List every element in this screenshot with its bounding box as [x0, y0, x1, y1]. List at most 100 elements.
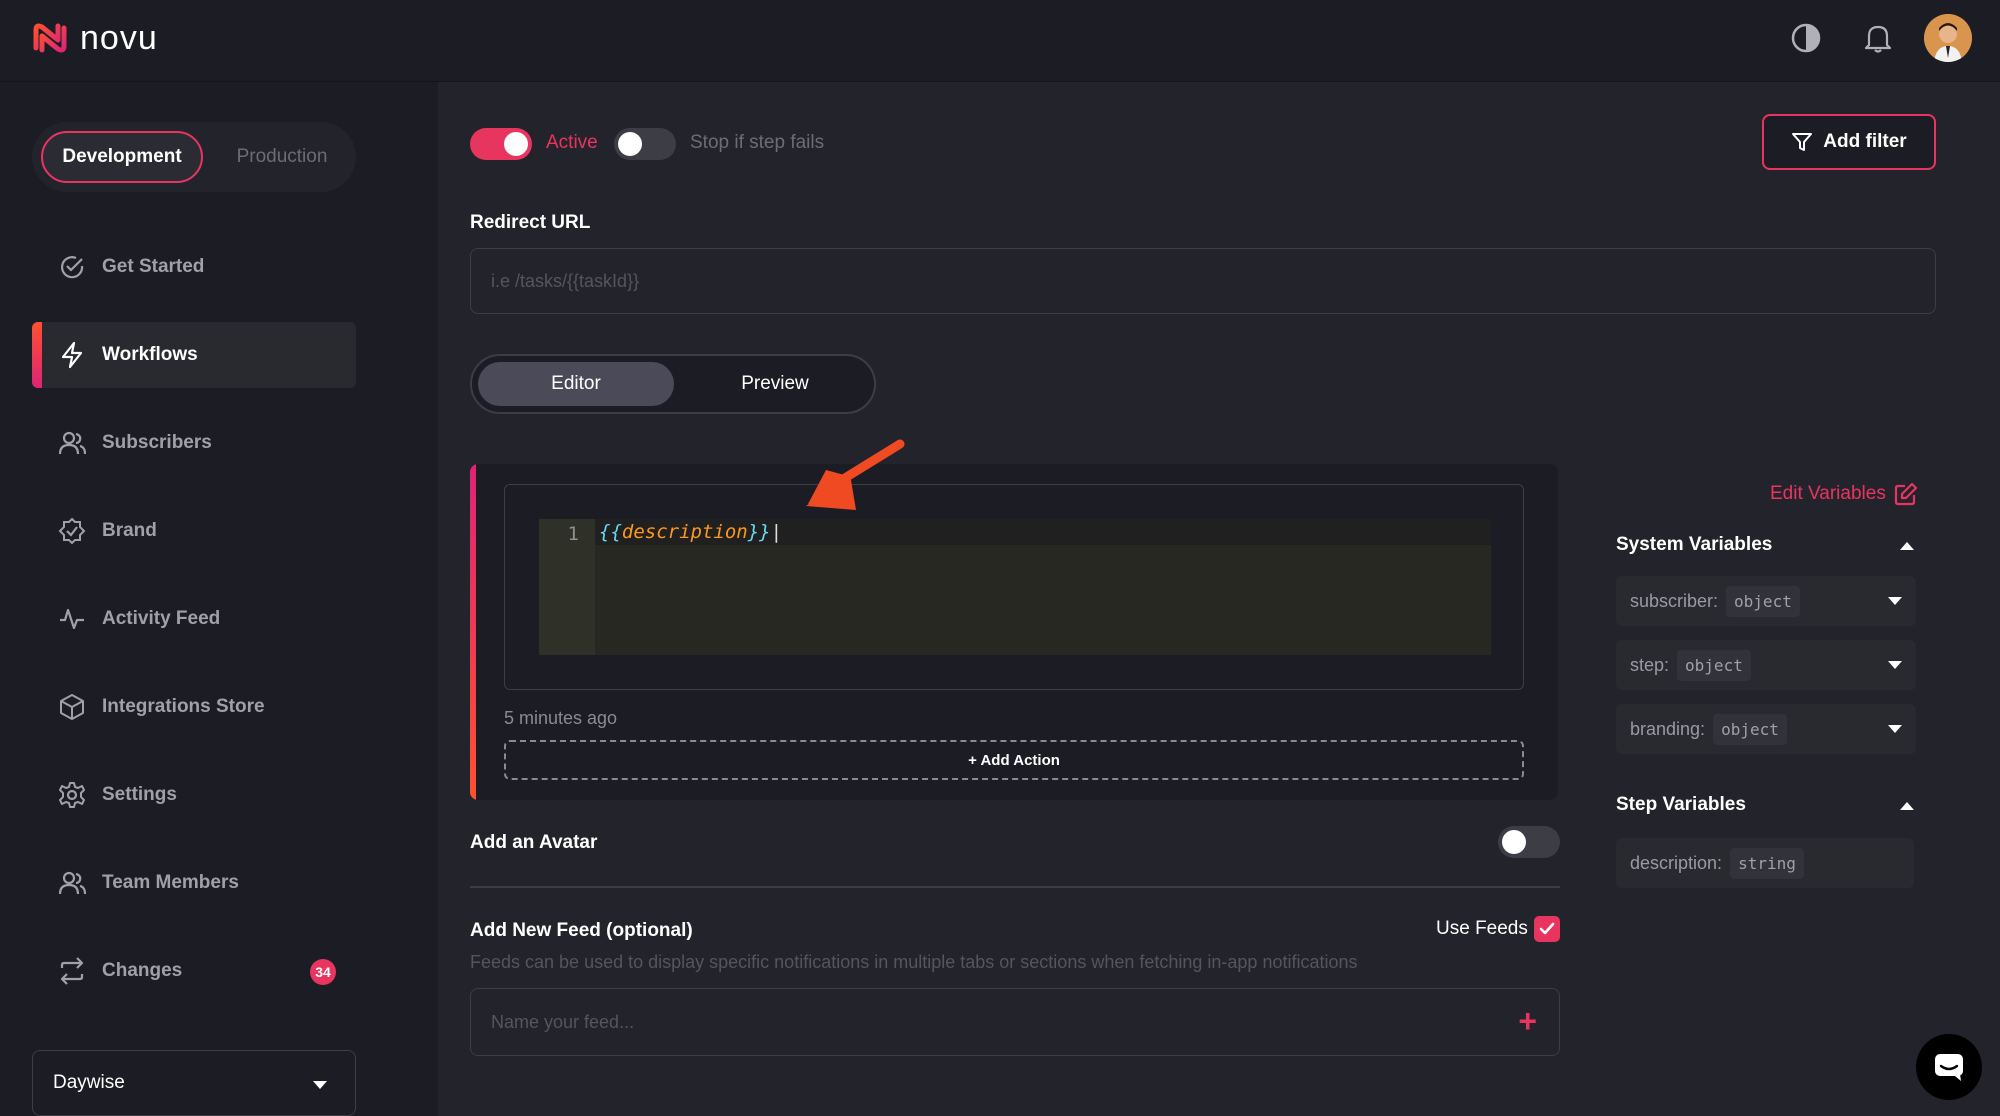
code-editor[interactable]: 1 {{description}}|: [504, 484, 1524, 690]
line-number: 1: [567, 523, 579, 545]
bolt-icon: [58, 341, 86, 369]
feed-description: Feeds can be used to display specific no…: [470, 952, 1358, 972]
chevron-down-icon: [1888, 725, 1902, 733]
check-circle-icon: [58, 253, 86, 281]
novu-logo-icon: [33, 23, 67, 53]
code-area[interactable]: 1 {{description}}|: [539, 519, 1491, 655]
variable-type: string: [1730, 847, 1804, 879]
feed-title: Add New Feed (optional): [470, 920, 693, 941]
variable-row-step[interactable]: step: object: [1616, 640, 1916, 690]
annotation-arrow-icon: [806, 439, 905, 510]
sidebar-item-activity-feed[interactable]: Activity Feed: [32, 586, 356, 652]
changes-count-badge: 34: [310, 959, 336, 985]
activity-icon: [58, 605, 86, 633]
variable-row-subscriber[interactable]: subscriber: object: [1616, 576, 1916, 626]
chevron-down-icon: [313, 1081, 327, 1089]
active-label: Active: [546, 132, 598, 153]
variable-type: object: [1677, 649, 1751, 681]
feed-name-placeholder: Name your feed...: [491, 1011, 635, 1032]
chevron-down-icon: [1888, 597, 1902, 605]
sidebar-item-brand[interactable]: Brand: [32, 498, 356, 564]
add-filter-button[interactable]: Add filter: [1762, 114, 1936, 170]
brand-name: novu: [80, 18, 158, 57]
variable-type: object: [1713, 713, 1787, 745]
main-content: Active Stop if step fails Add filter Red…: [438, 82, 2000, 1116]
system-variables-title: System Variables: [1616, 534, 1773, 555]
box-icon: [58, 693, 86, 721]
section-divider: [470, 886, 1560, 888]
theme-toggle-icon[interactable]: [1786, 18, 1826, 58]
env-development-button[interactable]: Development: [41, 131, 203, 183]
use-feeds-label: Use Feeds: [1436, 918, 1528, 939]
sidebar-item-label: Activity Feed: [102, 608, 221, 629]
team-icon: [58, 869, 86, 897]
filter-icon: [1792, 133, 1813, 151]
sidebar-item-label: Settings: [102, 784, 177, 805]
chevron-down-icon: [1888, 661, 1902, 669]
sidebar-item-label: Brand: [102, 520, 157, 541]
collapse-step-variables-icon[interactable]: [1900, 802, 1914, 810]
sidebar-item-get-started[interactable]: Get Started: [32, 234, 356, 300]
environment-switch: Development Production: [32, 122, 356, 192]
sync-icon: [58, 957, 86, 985]
support-chat-button[interactable]: [1916, 1034, 1982, 1100]
bell-icon[interactable]: [1858, 18, 1898, 58]
tab-preview[interactable]: Preview: [682, 362, 868, 406]
edit-icon: [1894, 482, 1917, 506]
variable-row-description[interactable]: description: string: [1616, 838, 1914, 888]
sidebar-item-subscribers[interactable]: Subscribers: [32, 410, 356, 476]
line-gutter: 1: [539, 519, 595, 655]
variable-name: description:: [1630, 852, 1723, 873]
novu-logo[interactable]: novu: [30, 18, 158, 58]
sidebar-item-label: Changes: [102, 960, 183, 981]
gear-icon: [58, 781, 86, 809]
feed-name-input[interactable]: Name your feed... +: [470, 988, 1560, 1056]
checkmark-icon: [1539, 922, 1555, 935]
variable-name: branding:: [1630, 718, 1706, 739]
tab-editor[interactable]: Editor: [478, 362, 674, 406]
sidebar-item-label: Workflows: [102, 344, 198, 365]
sidebar-item-workflows[interactable]: Workflows: [32, 322, 356, 388]
redirect-url-label: Redirect URL: [470, 212, 591, 233]
verified-badge-icon: [58, 517, 86, 545]
redirect-url-placeholder: i.e /tasks/{{taskId}}: [491, 270, 640, 291]
step-variables-title: Step Variables: [1616, 794, 1746, 815]
add-feed-plus-icon[interactable]: +: [1518, 1003, 1537, 1040]
add-action-button[interactable]: + Add Action: [504, 740, 1524, 780]
code-line[interactable]: {{description}}|: [595, 519, 1491, 545]
code-content: {{description}}|: [599, 521, 783, 543]
redirect-url-input[interactable]: i.e /tasks/{{taskId}}: [470, 248, 1936, 314]
chat-icon: [1935, 1054, 1963, 1081]
sidebar-item-label: Team Members: [102, 872, 239, 893]
variable-name: step:: [1630, 654, 1670, 675]
sidebar-item-label: Subscribers: [102, 432, 212, 453]
stop-on-fail-toggle[interactable]: [614, 128, 676, 160]
edit-variables-label: Edit Variables: [1770, 483, 1886, 504]
last-updated-timestamp: 5 minutes ago: [504, 708, 618, 728]
sidebar-item-integrations-store[interactable]: Integrations Store: [32, 674, 356, 740]
sidebar-item-label: Integrations Store: [102, 696, 265, 717]
user-avatar[interactable]: [1924, 14, 1972, 62]
organization-name: Daywise: [53, 1072, 125, 1093]
variable-row-branding[interactable]: branding: object: [1616, 704, 1916, 754]
active-toggle[interactable]: [470, 128, 532, 160]
sidebar-item-team-members[interactable]: Team Members: [32, 850, 356, 916]
sidebar-item-label: Get Started: [102, 256, 205, 277]
collapse-system-variables-icon[interactable]: [1900, 542, 1914, 550]
editor-preview-tabs: Editor Preview: [470, 354, 876, 414]
sidebar-item-changes[interactable]: Changes 34: [32, 938, 356, 1004]
variable-type: object: [1726, 585, 1800, 617]
in-app-step-card: 1 {{description}}| 5 minutes ago + Add A…: [470, 464, 1558, 800]
env-production-button[interactable]: Production: [218, 131, 346, 183]
scrollbar[interactable]: [1986, 82, 2000, 1116]
top-header: novu: [0, 0, 2000, 82]
edit-variables-link[interactable]: Edit Variables: [1770, 482, 1918, 506]
users-icon: [58, 429, 86, 457]
organization-select[interactable]: Daywise: [32, 1050, 356, 1116]
use-feeds-checkbox[interactable]: [1534, 916, 1560, 942]
stop-on-fail-label: Stop if step fails: [690, 132, 825, 153]
add-avatar-toggle[interactable]: [1498, 826, 1560, 858]
sidebar-item-settings[interactable]: Settings: [32, 762, 356, 828]
sidebar: Development Production Get Started Workf…: [0, 82, 438, 1116]
add-avatar-label: Add an Avatar: [470, 832, 598, 853]
